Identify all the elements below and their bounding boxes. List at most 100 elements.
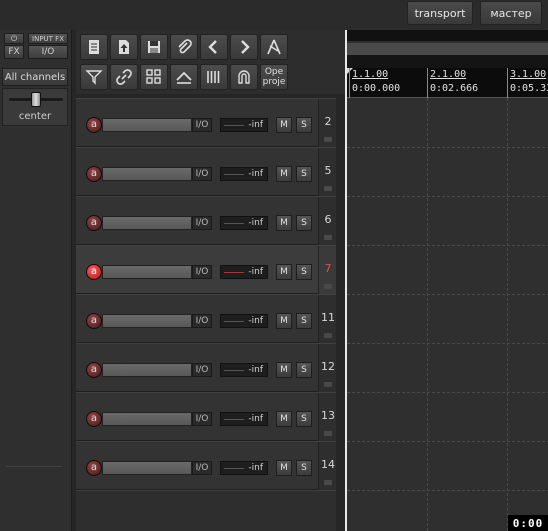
- folder-icon[interactable]: [324, 186, 332, 191]
- solo-button[interactable]: S: [296, 264, 312, 280]
- ruler-region-strip[interactable]: [347, 43, 548, 55]
- track-number-area[interactable]: 14: [318, 442, 336, 490]
- record-arm-button[interactable]: a: [86, 215, 102, 231]
- bars-button[interactable]: [200, 64, 228, 90]
- io-button[interactable]: I/O: [28, 45, 68, 59]
- record-arm-button[interactable]: a: [86, 264, 102, 280]
- solo-button[interactable]: S: [296, 117, 312, 133]
- pan-slider-handle[interactable]: [31, 92, 41, 107]
- folder-icon[interactable]: [324, 431, 332, 436]
- track-volume-meter[interactable]: -inf: [220, 167, 268, 181]
- solo-button[interactable]: S: [296, 362, 312, 378]
- solo-button[interactable]: S: [296, 313, 312, 329]
- track-io-button[interactable]: I/O: [192, 461, 212, 475]
- folder-icon[interactable]: [324, 480, 332, 485]
- mute-button[interactable]: M: [276, 264, 292, 280]
- track-number-area[interactable]: 12: [318, 344, 336, 392]
- track-row[interactable]: a I/O -inf M S 7: [76, 245, 336, 294]
- redo-button[interactable]: [230, 34, 258, 60]
- track-name-field[interactable]: [102, 118, 192, 132]
- track-io-button[interactable]: I/O: [192, 363, 212, 377]
- fx-button[interactable]: FX: [4, 45, 24, 59]
- track-name-field[interactable]: [102, 461, 192, 475]
- track-number-area[interactable]: 5: [318, 148, 336, 196]
- track-io-button[interactable]: I/O: [192, 118, 212, 132]
- record-arm-button[interactable]: a: [86, 117, 102, 133]
- undo-button[interactable]: [200, 34, 228, 60]
- input-fx-button[interactable]: INPUT FX: [28, 33, 68, 44]
- track-volume-meter[interactable]: -inf: [220, 412, 268, 426]
- track-name-field[interactable]: [102, 314, 192, 328]
- track-name-field[interactable]: [102, 363, 192, 377]
- track-level-label: -inf: [248, 169, 263, 179]
- track-row[interactable]: a I/O -inf M S 12: [76, 343, 336, 392]
- empty-track-area[interactable]: [76, 490, 336, 531]
- mute-button[interactable]: M: [276, 166, 292, 182]
- track-row[interactable]: a I/O -inf M S 6: [76, 196, 336, 245]
- track-volume-meter[interactable]: -inf: [220, 461, 268, 475]
- record-arm-button[interactable]: a: [86, 313, 102, 329]
- folder-icon[interactable]: [324, 333, 332, 338]
- track-name-field[interactable]: [102, 265, 192, 279]
- mute-button[interactable]: M: [276, 460, 292, 476]
- master-button[interactable]: мастер: [480, 1, 542, 25]
- track-io-button[interactable]: I/O: [192, 265, 212, 279]
- track-name-field[interactable]: [102, 216, 192, 230]
- track-number-area[interactable]: 2: [318, 99, 336, 147]
- track-volume-meter[interactable]: -inf: [220, 363, 268, 377]
- channels-selector[interactable]: All channels: [2, 68, 68, 86]
- attach-button[interactable]: [170, 34, 198, 60]
- record-arm-button[interactable]: a: [86, 166, 102, 182]
- mute-button[interactable]: M: [276, 313, 292, 329]
- link-button[interactable]: [110, 64, 138, 90]
- mute-button[interactable]: M: [276, 362, 292, 378]
- folder-icon[interactable]: [324, 382, 332, 387]
- ruler-marker-strip[interactable]: [347, 55, 548, 68]
- track-io-button[interactable]: I/O: [192, 216, 212, 230]
- track-name-field[interactable]: [102, 412, 192, 426]
- track-volume-meter[interactable]: -inf: [220, 314, 268, 328]
- track-row[interactable]: a I/O -inf M S 5: [76, 147, 336, 196]
- track-row[interactable]: a I/O -inf M S 11: [76, 294, 336, 343]
- track-name-field[interactable]: [102, 167, 192, 181]
- transport-button[interactable]: transport: [407, 1, 473, 25]
- snap-button[interactable]: [230, 64, 258, 90]
- new-project-button[interactable]: [80, 34, 108, 60]
- solo-button[interactable]: S: [296, 411, 312, 427]
- open-project-text-button[interactable]: Ope proje: [260, 64, 288, 90]
- track-io-button[interactable]: I/O: [192, 412, 212, 426]
- folder-icon[interactable]: [324, 137, 332, 142]
- grid-button[interactable]: [140, 64, 168, 90]
- open-project-button[interactable]: [110, 34, 138, 60]
- track-volume-meter[interactable]: -inf: [220, 265, 268, 279]
- track-volume-meter[interactable]: -inf: [220, 118, 268, 132]
- save-project-button[interactable]: [140, 34, 168, 60]
- solo-button[interactable]: S: [296, 215, 312, 231]
- track-io-button[interactable]: I/O: [192, 314, 212, 328]
- mute-button[interactable]: M: [276, 215, 292, 231]
- track-row[interactable]: a I/O -inf M S 2: [76, 98, 336, 147]
- track-io-button[interactable]: I/O: [192, 167, 212, 181]
- envelope-button[interactable]: [170, 64, 198, 90]
- track-number-area[interactable]: 6: [318, 197, 336, 245]
- metronome-button[interactable]: [260, 34, 288, 60]
- timeline-ruler[interactable]: 1.1.00 0:00.000 2.1.00 0:02.666 3.1.00 0:05.3…: [347, 68, 548, 98]
- record-arm-button[interactable]: a: [86, 411, 102, 427]
- mute-button[interactable]: M: [276, 411, 292, 427]
- solo-button[interactable]: S: [296, 166, 312, 182]
- track-row[interactable]: a I/O -inf M S 14: [76, 441, 336, 490]
- solo-button[interactable]: S: [296, 460, 312, 476]
- track-number-area[interactable]: 7: [318, 246, 336, 294]
- mute-button[interactable]: M: [276, 117, 292, 133]
- track-number-area[interactable]: 11: [318, 295, 336, 343]
- track-volume-meter[interactable]: -inf: [220, 216, 268, 230]
- track-number-area[interactable]: 13: [318, 393, 336, 441]
- power-icon[interactable]: ⏻: [4, 33, 24, 44]
- filter-button[interactable]: [80, 64, 108, 90]
- folder-icon[interactable]: [324, 284, 332, 289]
- record-arm-button[interactable]: a: [86, 362, 102, 378]
- arrange-view[interactable]: 1.1.00 0:00.000 2.1.00 0:02.666 3.1.00 0:05.3…: [345, 30, 548, 531]
- track-row[interactable]: a I/O -inf M S 13: [76, 392, 336, 441]
- record-arm-button[interactable]: a: [86, 460, 102, 476]
- folder-icon[interactable]: [324, 235, 332, 240]
